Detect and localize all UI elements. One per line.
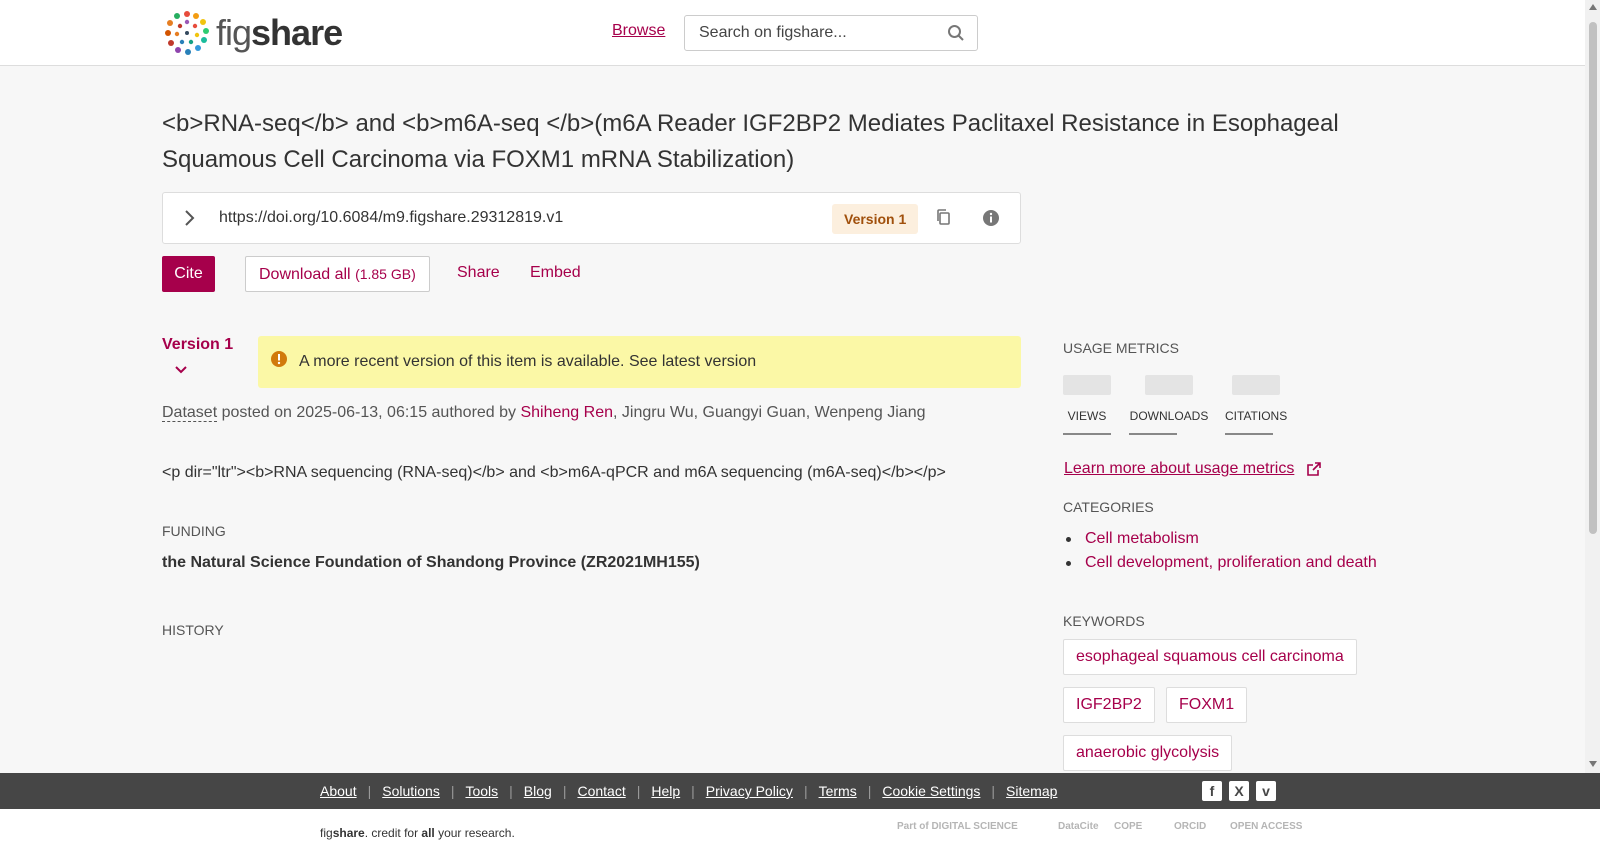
scroll-down-arrow-icon[interactable] [1589, 761, 1597, 767]
download-all-label: Download all [259, 266, 351, 283]
info-icon[interactable] [982, 209, 1000, 227]
facebook-icon[interactable]: f [1202, 781, 1222, 801]
notice-message: A more recent version of this item is av… [299, 353, 625, 370]
keyword-tag[interactable]: esophageal squamous cell carcinoma [1063, 639, 1357, 675]
footer-link-privacy[interactable]: Privacy Policy [706, 783, 793, 799]
usage-metrics-label: USAGE METRICS [1063, 340, 1179, 356]
keyword-tag[interactable]: FOXM1 [1166, 687, 1248, 723]
footer-link-about[interactable]: About [320, 783, 357, 799]
footer-link-blog[interactable]: Blog [524, 783, 552, 799]
keyword-tag[interactable]: IGF2BP2 [1063, 687, 1155, 723]
funding-label: FUNDING [162, 523, 226, 539]
footer-link-help[interactable]: Help [651, 783, 680, 799]
doi-url[interactable]: https://doi.org/10.6084/m9.figshare.2931… [219, 209, 563, 227]
version-selector[interactable]: Version 1 [162, 336, 233, 354]
other-authors: , Jingru Wu, Guangyi Guan, Wenpeng Jiang [613, 404, 926, 421]
figshare-logo[interactable]: figshare [162, 7, 343, 59]
cite-button[interactable]: Cite [162, 256, 215, 292]
see-latest-version-link[interactable]: See latest version [629, 353, 756, 370]
keywords-label: KEYWORDS [1063, 613, 1145, 629]
metric-citations-placeholder [1232, 375, 1280, 395]
categories-label: CATEGORIES [1063, 499, 1154, 515]
metric-views-placeholder [1063, 375, 1111, 395]
newer-version-notice: A more recent version of this item is av… [258, 336, 1021, 388]
metric-views[interactable]: VIEWS [1063, 375, 1111, 435]
search-box[interactable] [684, 15, 978, 51]
notice-text: A more recent version of this item is av… [299, 353, 756, 371]
search-icon[interactable] [947, 24, 965, 42]
download-all-button[interactable]: Download all (1.85 GB) [245, 256, 430, 292]
datacite-logo[interactable]: DataCite [1058, 821, 1099, 832]
logo-prefix: fig [216, 12, 252, 53]
metric-citations-underline [1225, 433, 1273, 435]
tagline-end: your research. [434, 826, 515, 840]
metric-downloads-underline [1129, 433, 1177, 435]
metric-citations[interactable]: CITATIONS [1225, 375, 1287, 435]
category-link[interactable]: Cell metabolism [1085, 530, 1199, 547]
tagline-all: all [421, 826, 435, 840]
orcid-logo[interactable]: ORCID [1174, 821, 1206, 832]
figshare-spiral-icon [165, 11, 209, 55]
vimeo-icon[interactable]: v [1256, 781, 1276, 801]
footer-link-cookie-settings[interactable]: Cookie Settings [882, 783, 980, 799]
footer-link-contact[interactable]: Contact [577, 783, 625, 799]
item-meta: Dataset posted on 2025-06-13, 06:15 auth… [162, 404, 925, 422]
download-size: (1.85 GB) [355, 266, 416, 282]
tagline-mid: . credit for [364, 826, 422, 840]
site-header: figshare Browse [0, 0, 1585, 66]
item-type[interactable]: Dataset [162, 404, 218, 422]
list-item: Cell development, proliferation and deat… [1063, 551, 1377, 575]
footer-tagline: figshare. credit for all your research. [320, 826, 515, 840]
scrollbar-thumb[interactable] [1589, 22, 1597, 534]
list-item: Cell metabolism [1063, 527, 1377, 551]
learn-more-usage-link[interactable]: Learn more about usage metrics [1064, 460, 1294, 478]
funding-text: the Natural Science Foundation of Shando… [162, 554, 700, 571]
share-link[interactable]: Share [457, 264, 500, 282]
metric-downloads[interactable]: DOWNLOADS [1129, 375, 1209, 435]
footer-link-solutions[interactable]: Solutions [382, 783, 440, 799]
browse-link[interactable]: Browse [612, 22, 665, 40]
copy-icon[interactable] [935, 208, 953, 228]
doi-bar: https://doi.org/10.6084/m9.figshare.2931… [162, 192, 1021, 244]
category-link[interactable]: Cell development, proliferation and deat… [1085, 554, 1377, 571]
history-label: HISTORY [162, 622, 224, 638]
metric-views-label: VIEWS [1067, 409, 1107, 423]
page-title: <b>RNA-seq</b> and <b>m6A-seq </b>(m6A R… [162, 110, 1339, 173]
cope-logo[interactable]: COPE [1114, 821, 1142, 832]
metric-views-underline [1063, 433, 1111, 435]
posted-text: posted on 2025-06-13, 06:15 authored by [217, 404, 521, 421]
item-description: <p dir="ltr"><b>RNA sequencing (RNA-seq)… [162, 464, 946, 481]
x-twitter-icon[interactable]: X [1229, 781, 1249, 801]
keyword-tag[interactable]: anaerobic glycolysis [1063, 735, 1233, 771]
tagline-brand-b: share [332, 826, 365, 840]
footer-bar: About | Solutions | Tools | Blog | Contact | … [0, 773, 1600, 809]
external-link-icon[interactable] [1306, 461, 1322, 477]
metric-citations-label: CITATIONS [1225, 409, 1288, 423]
author-link[interactable]: Shiheng Ren [520, 404, 613, 421]
embed-link[interactable]: Embed [530, 264, 581, 282]
digital-science-logo[interactable]: Part of DIGITAL SCIENCE [897, 821, 1018, 832]
footer-link-sitemap[interactable]: Sitemap [1006, 783, 1057, 799]
tagline-brand-a: fig [320, 826, 333, 840]
chevron-right-icon[interactable] [181, 208, 197, 228]
chevron-down-icon[interactable] [174, 365, 188, 375]
metric-downloads-label: DOWNLOADS [1129, 409, 1209, 423]
open-access-logo[interactable]: OPEN ACCESS [1230, 821, 1302, 832]
footer-bottom: figshare. credit for all your research. … [0, 809, 1600, 857]
categories-list: Cell metabolism Cell development, prolif… [1063, 527, 1377, 575]
footer-link-terms[interactable]: Terms [819, 783, 857, 799]
warning-icon [271, 351, 287, 367]
search-input[interactable] [699, 24, 939, 42]
version-badge: Version 1 [832, 204, 919, 234]
metric-downloads-placeholder [1145, 375, 1193, 395]
footer-links: About | Solutions | Tools | Blog | Contact | … [320, 783, 1058, 799]
logo-wordmark: figshare [216, 12, 343, 54]
scroll-up-arrow-icon[interactable] [1589, 4, 1597, 10]
footer-link-tools[interactable]: Tools [465, 783, 498, 799]
logo-suffix: share [251, 12, 343, 53]
